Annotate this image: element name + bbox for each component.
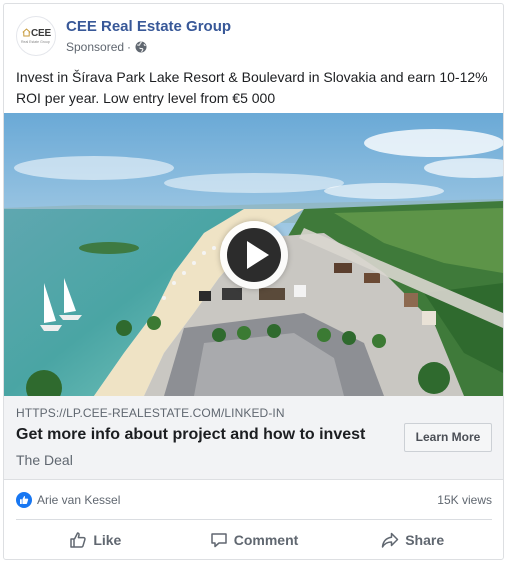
like-button[interactable]: Like bbox=[16, 524, 175, 556]
like-reaction-icon bbox=[16, 492, 32, 508]
page-name-link[interactable]: CEE Real Estate Group bbox=[66, 18, 231, 35]
sponsored-label[interactable]: Sponsored bbox=[66, 40, 124, 54]
learn-more-button[interactable]: Learn More bbox=[404, 423, 492, 452]
reactor-name[interactable]: Arie van Kessel bbox=[37, 493, 120, 507]
comment-label: Comment bbox=[233, 532, 299, 548]
meta-separator: · bbox=[127, 40, 132, 54]
logo-subtext: Real Estate Group bbox=[21, 40, 50, 44]
link-preview[interactable]: HTTPS://LP.CEE-REALESTATE.COM/LINKED-IN … bbox=[4, 396, 503, 480]
sponsored-post-card: CEE Real Estate Group CEE Real Estate Gr… bbox=[3, 3, 504, 560]
share-button[interactable]: Share bbox=[333, 524, 492, 556]
link-description: The Deal bbox=[16, 452, 73, 468]
globe-icon[interactable] bbox=[135, 41, 147, 53]
like-label: Like bbox=[93, 532, 122, 548]
post-header: CEE Real Estate Group CEE Real Estate Gr… bbox=[16, 16, 486, 60]
comment-icon bbox=[210, 533, 227, 548]
view-count[interactable]: 15K views bbox=[437, 493, 492, 507]
actions-divider bbox=[16, 519, 492, 520]
comment-button[interactable]: Comment bbox=[175, 524, 334, 556]
page-avatar[interactable]: CEE Real Estate Group bbox=[16, 16, 56, 56]
link-title[interactable]: Get more info about project and how to i… bbox=[16, 426, 365, 444]
play-button[interactable] bbox=[220, 221, 288, 289]
logo-house-icon bbox=[22, 28, 31, 37]
post-meta: Sponsored · bbox=[66, 40, 147, 54]
play-icon bbox=[227, 228, 281, 282]
reactions-bar: Arie van Kessel 15K views bbox=[16, 490, 492, 510]
link-domain: HTTPS://LP.CEE-REALESTATE.COM/LINKED-IN bbox=[16, 406, 285, 420]
post-actions: Like Comment Share bbox=[16, 524, 492, 556]
reaction-summary[interactable]: Arie van Kessel bbox=[16, 492, 120, 508]
post-body-text: Invest in Šírava Park Lake Resort & Boul… bbox=[16, 69, 488, 106]
share-label: Share bbox=[405, 532, 445, 548]
share-arrow-icon bbox=[381, 532, 399, 548]
thumbs-up-icon bbox=[70, 532, 87, 548]
video-thumbnail[interactable] bbox=[4, 113, 503, 396]
logo-text: CEE bbox=[31, 28, 51, 39]
